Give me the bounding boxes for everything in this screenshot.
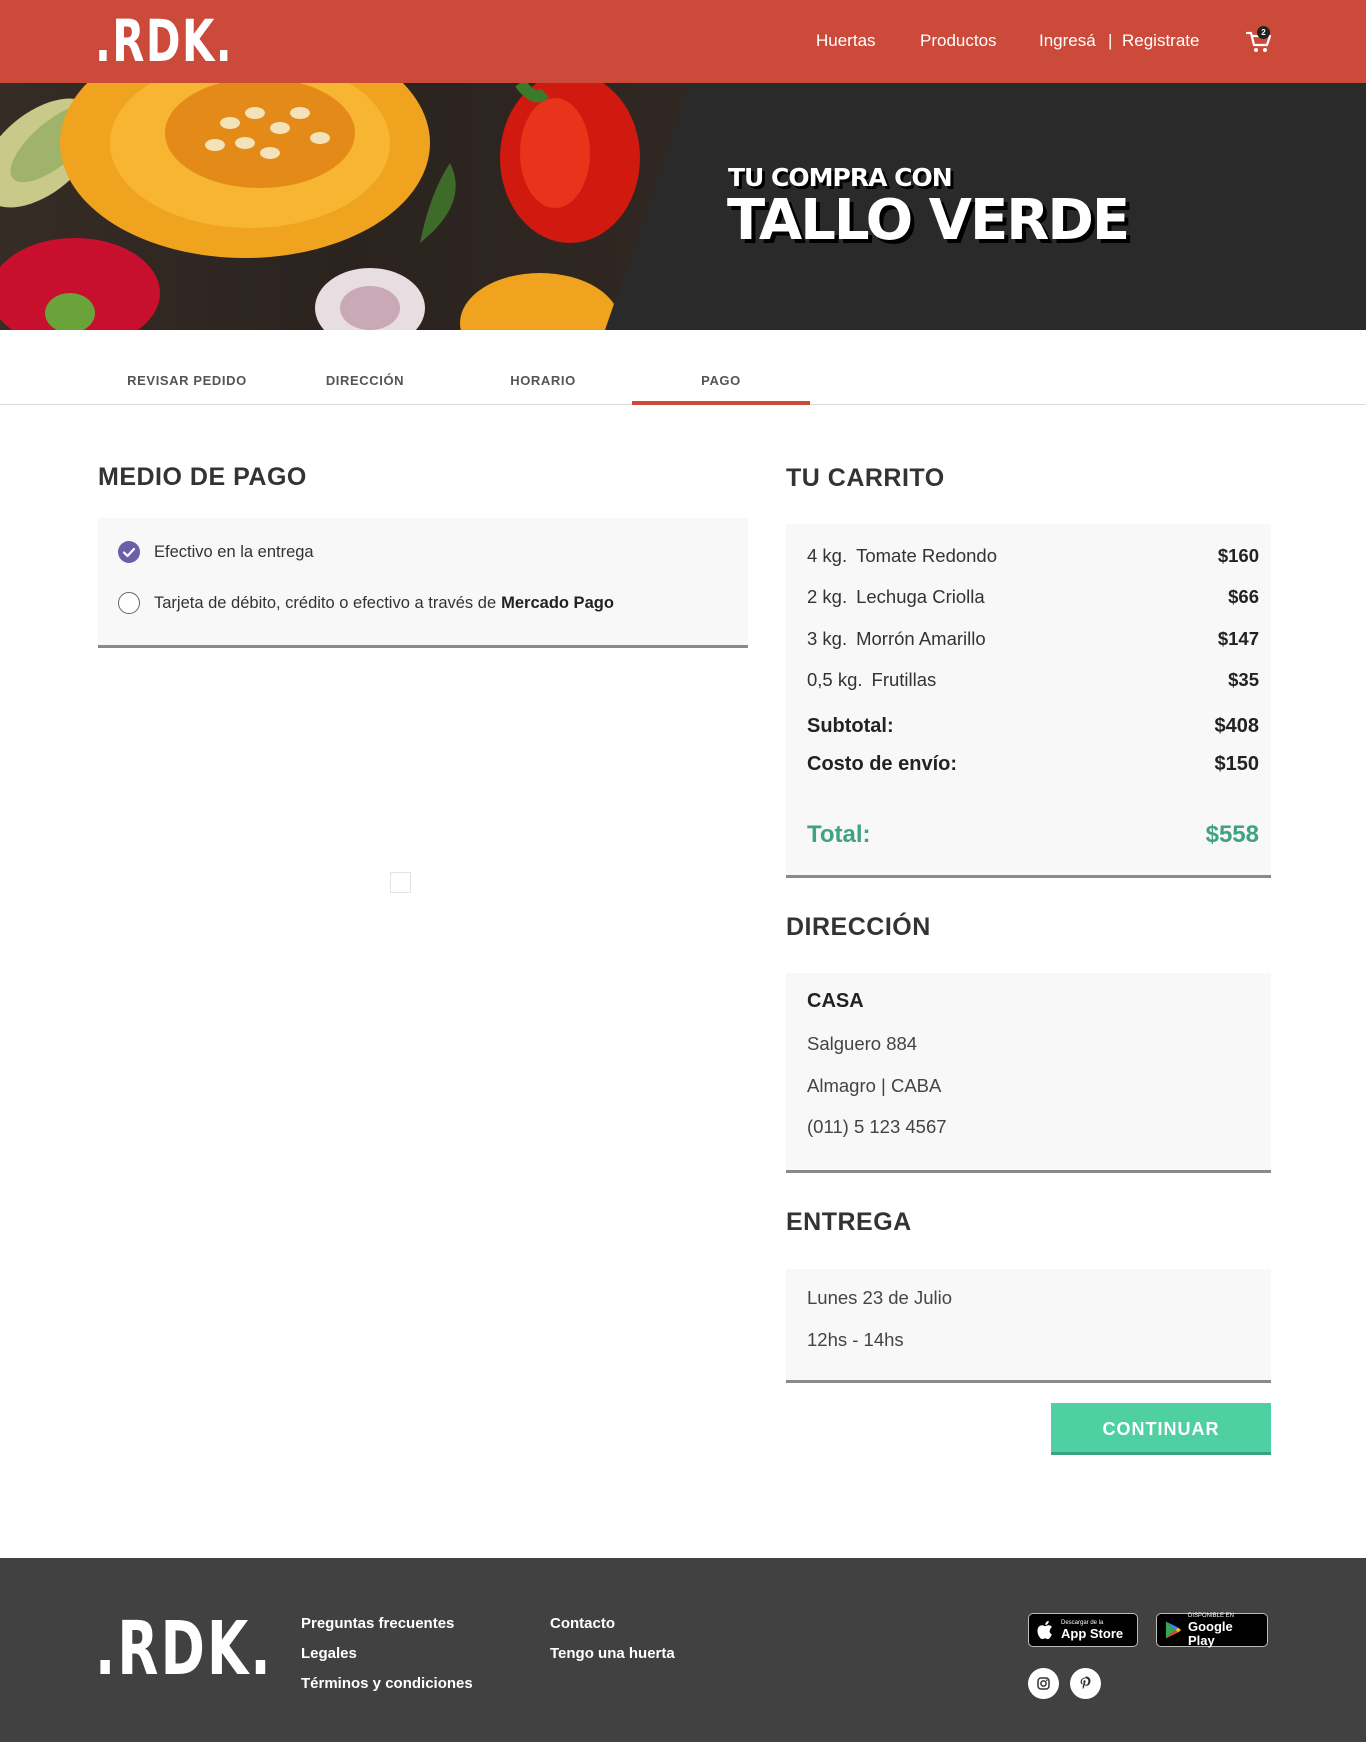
nav-login-link[interactable]: Ingresá [1039,30,1096,52]
instagram-link[interactable] [1028,1668,1059,1699]
hero-banner: TU COMPRA CON TALLO VERDE [0,83,1366,330]
item-price: $66 [1228,586,1259,607]
item-name: Tomate Redondo [856,545,998,566]
cart-item: 0,5 kg. Frutillas $35 [807,669,1259,691]
active-step-indicator [632,401,810,405]
item-name: Lechuga Criolla [856,586,985,607]
payment-option-cash[interactable]: Efectivo en la entrega [118,541,314,563]
step-revisar-pedido[interactable]: REVISAR PEDIDO [98,373,276,388]
cart-item: 2 kg. Lechuga Criolla $66 [807,586,1259,608]
site-logo[interactable]: .RDK. [95,10,233,72]
address-street: Salguero 884 [807,1033,918,1054]
check-icon [122,547,136,558]
payment-title: MEDIO DE PAGO [98,463,307,491]
googleplay-big-text: Google Play [1188,1618,1233,1648]
total-row: Total: $558 [807,821,1259,849]
footer-logo[interactable]: .RDK. [95,1610,273,1688]
footer-link-contacto[interactable]: Contacto [550,1615,615,1632]
payment-option-label: Tarjeta de débito, crédito o efectivo a … [154,593,497,612]
address-name: CASA [807,990,864,1012]
address-title: DIRECCIÓN [786,913,931,941]
item-qty: 0,5 kg. [807,669,863,690]
total-label: Total: [807,821,871,848]
item-price: $160 [1217,545,1259,566]
payment-option-label: Efectivo en la entrega [154,542,314,561]
shipping-row: Costo de envío: $150 [807,753,1259,776]
site-footer: .RDK. Preguntas frecuentes Legales Térmi… [0,1558,1366,1742]
app-store-badge[interactable]: Descargar de la App Store [1028,1613,1138,1647]
total-value: $558 [1205,821,1259,848]
pinterest-icon [1080,1676,1091,1689]
checkout-page: .RDK. Huertas Productos Ingresá | Regist… [0,0,1366,1742]
checkout-steps: REVISAR PEDIDO DIRECCIÓN HORARIO PAGO [0,330,1366,405]
item-price: $147 [1217,628,1259,649]
payment-option-mercadopago[interactable]: Tarjeta de débito, crédito o efectivo a … [118,592,614,614]
delivery-date: Lunes 23 de Julio [807,1287,953,1308]
cart-summary: 4 kg. Tomate Redondo $160 2 kg. Lechuga Cr… [786,524,1271,878]
pinterest-link[interactable] [1070,1668,1101,1699]
instagram-icon [1037,1677,1050,1690]
address-area: Almagro | CABA [807,1075,942,1096]
continue-button[interactable]: CONTINUAR [1051,1403,1271,1455]
address-phone: (011) 5 123 4567 [807,1116,947,1137]
item-name: Morrón Amarillo [856,628,986,649]
footer-link-legales[interactable]: Legales [301,1645,357,1662]
payment-options-box: Efectivo en la entrega Tarjeta de débito… [98,518,748,648]
footer-link-tengo-huerta[interactable]: Tengo una huerta [550,1645,675,1662]
step-horario[interactable]: HORARIO [454,373,632,388]
shipping-label: Costo de envío: [807,753,958,775]
item-name: Frutillas [871,669,937,690]
cart-item: 4 kg. Tomate Redondo $160 [807,545,1259,567]
delivery-box: Lunes 23 de Julio 12hs - 14hs [786,1269,1271,1383]
subtotal-label: Subtotal: [807,715,894,737]
appstore-big-text: App Store [1061,1625,1124,1641]
loading-placeholder [390,872,411,893]
hero-title: TALLO VERDE [727,188,1130,253]
hero-vegetables-image [0,83,690,330]
delivery-title: ENTREGA [786,1208,912,1236]
google-play-badge[interactable]: DISPONIBLE EN Google Play [1156,1613,1268,1647]
radio-unchecked-icon[interactable] [118,592,140,614]
apple-icon [1037,1620,1052,1640]
google-play-icon [1165,1621,1182,1639]
step-pago[interactable]: PAGO [632,373,810,388]
cart-title: TU CARRITO [786,464,945,492]
footer-link-faq[interactable]: Preguntas frecuentes [301,1615,454,1632]
subtotal-row: Subtotal: $408 [807,715,1259,738]
nav-separator: | [1108,31,1113,50]
delivery-time: 12hs - 14hs [807,1329,904,1350]
address-box: CASA Salguero 884 Almagro | CABA (011) 5… [786,973,1271,1173]
item-qty: 4 kg. [807,545,848,566]
footer-link-terminos[interactable]: Términos y condiciones [301,1675,473,1692]
mercado-pago-label: Mercado Pago [501,593,614,612]
nav-productos-link[interactable]: Productos [920,30,997,52]
item-price: $35 [1228,669,1259,690]
shipping-value: $150 [1214,753,1260,775]
cart-count-badge: 2 [1257,26,1270,39]
subtotal-value: $408 [1214,715,1260,737]
cart-item: 3 kg. Morrón Amarillo $147 [807,628,1259,650]
item-qty: 3 kg. [807,628,848,649]
site-header: .RDK. Huertas Productos Ingresá | Regist… [0,0,1366,83]
step-direccion[interactable]: DIRECCIÓN [276,373,454,388]
radio-checked-icon[interactable] [118,541,140,563]
item-qty: 2 kg. [807,586,848,607]
nav-register-link[interactable]: Registrate [1122,30,1199,52]
nav-huertas-link[interactable]: Huertas [816,30,876,52]
